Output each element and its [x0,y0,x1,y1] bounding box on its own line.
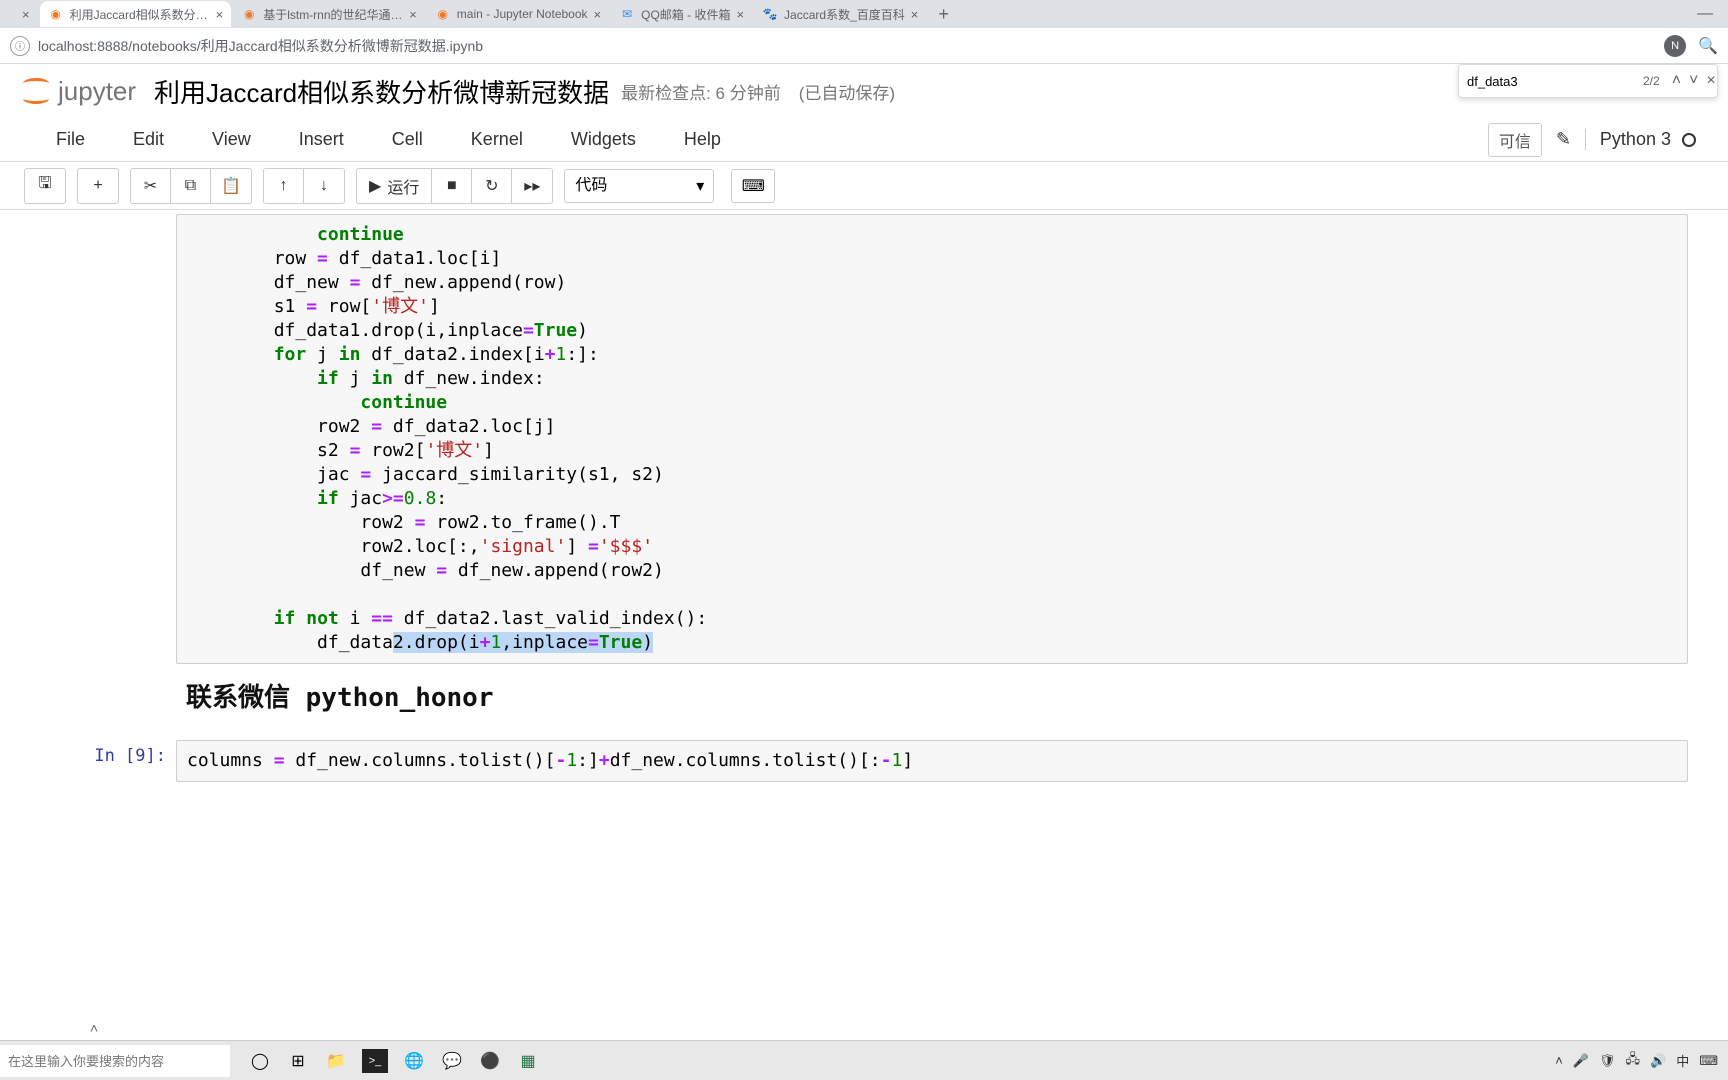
find-bar: 2/2 ˄ ˅ × [1458,64,1718,98]
markdown-cell[interactable]: 联系微信 python_honor [26,668,1688,736]
jupyter-logo-text: jupyter [58,76,136,107]
close-icon[interactable]: × [594,7,602,22]
jupyter-icon: ◉ [241,6,257,22]
browser-tab[interactable]: ✉QQ邮箱 - 收件箱× [611,1,752,27]
input-prompt: In [9]: [26,740,176,782]
kernel-idle-icon [1682,133,1696,147]
command-palette-button[interactable]: ⌨ [731,169,775,203]
code-cell[interactable]: In [9]: columns = df_new.columns.tolist(… [26,740,1688,782]
mail-icon: ✉ [619,6,635,22]
taskbar-search[interactable]: 在这里输入你要搜索的内容 [0,1045,230,1077]
browser-tab[interactable]: ◉main - Jupyter Notebook× [427,1,609,27]
extension-badge[interactable]: N [1664,35,1686,57]
restart-run-all-button[interactable]: ▸▸ [512,169,552,203]
address-bar: ⓘ localhost:8888/notebooks/利用Jaccard相似系数… [0,28,1728,64]
minimize-button[interactable]: — [1682,0,1728,28]
kernel-name[interactable]: Python 3 [1585,129,1696,150]
wechat-icon[interactable]: 💬 [440,1049,464,1073]
find-count: 2/2 [1643,74,1660,88]
paste-button[interactable]: 📋 [211,169,251,203]
excel-icon[interactable]: ▦ [516,1049,540,1073]
move-up-button[interactable]: ↑ [264,169,304,203]
browser-tab[interactable]: 🐾Jaccard系数_百度百科× [754,1,926,27]
input-prompt [26,668,176,736]
tray-chevron-icon[interactable]: ˄ [1555,1053,1563,1068]
copy-button[interactable]: ⧉ [171,169,211,203]
task-view-icon[interactable]: ◯ [248,1049,272,1073]
browser-tab-strip: × ◉利用Jaccard相似系数分析微博新× ◉基于lstm-rnn的世纪华通股… [0,0,1728,28]
notebook-container: continue row = df_data1.loc[i] df_new = … [26,210,1728,1040]
find-prev-button[interactable]: ˄ [1668,72,1685,90]
baidu-icon: 🐾 [762,6,778,22]
input-prompt [26,214,176,664]
jupyter-icon: ◉ [435,6,451,22]
browser-tab[interactable]: ◉利用Jaccard相似系数分析微博新× [40,1,232,27]
chrome-icon[interactable]: 🌐 [402,1049,426,1073]
network-icon[interactable]: 🖧 [1626,1050,1641,1072]
cortana-icon[interactable]: ⊞ [286,1049,310,1073]
add-cell-button[interactable]: + [78,169,118,203]
system-tray: ˄ 🎤 🛡 🖧 🔊 中 ⌨ [1555,1050,1728,1072]
autosave-status: (已自动保存) [799,79,895,104]
menu-edit[interactable]: Edit [109,129,188,150]
menu-file[interactable]: File [32,129,109,150]
obs-icon[interactable]: ⚫ [478,1049,502,1073]
explorer-icon[interactable]: 📁 [324,1049,348,1073]
url-text[interactable]: localhost:8888/notebooks/利用Jaccard相似系数分析… [38,36,1664,56]
volume-icon[interactable]: 🔊 [1650,1053,1666,1069]
close-icon[interactable]: × [216,7,224,22]
jupyter-logo[interactable]: jupyter [20,75,136,107]
notebook-title[interactable]: 利用Jaccard相似系数分析微博新冠数据 [154,73,609,110]
jupyter-icon: ◉ [48,6,64,22]
new-tab-button[interactable]: + [928,4,959,25]
pencil-icon[interactable]: ✎ [1556,129,1571,150]
close-icon[interactable]: × [911,7,919,22]
zoom-icon[interactable]: 🔍 [1698,36,1718,56]
terminal-icon[interactable]: >_ [362,1049,388,1073]
code-cell[interactable]: continue row = df_data1.loc[i] df_new = … [26,214,1688,664]
toolbar: 🖫 + ✂ ⧉ 📋 ↑ ↓ ▶ 运行 ■ ↻ ▸▸ 代码 ⌨ [0,162,1728,210]
browser-tab[interactable]: × [8,1,38,27]
find-next-button[interactable]: ˅ [1685,72,1702,90]
menu-kernel[interactable]: Kernel [447,129,547,150]
menu-cell[interactable]: Cell [368,129,447,150]
menu-widgets[interactable]: Widgets [547,129,660,150]
code-editor[interactable]: continue row = df_data1.loc[i] df_new = … [176,214,1688,664]
checkpoint-status: 最新检查点: 6 分钟前 [621,79,781,104]
code-editor[interactable]: columns = df_new.columns.tolist()[-1:]+d… [176,740,1688,782]
cut-button[interactable]: ✂ [131,169,171,203]
run-button[interactable]: ▶ 运行 [357,169,432,203]
save-button[interactable]: 🖫 [25,169,65,203]
menu-insert[interactable]: Insert [275,129,368,150]
move-down-button[interactable]: ↓ [304,169,344,203]
find-close-button[interactable]: × [1702,72,1719,90]
menu-view[interactable]: View [188,129,275,150]
find-input[interactable] [1467,74,1643,89]
browser-tab[interactable]: ◉基于lstm-rnn的世纪华通股票价× [233,1,425,27]
close-icon[interactable]: × [22,7,30,22]
ime-indicator[interactable]: 中 [1676,1051,1689,1070]
restart-button[interactable]: ↻ [472,169,512,203]
heading: 联系微信 python_honor [186,676,1678,728]
site-info-icon[interactable]: ⓘ [10,36,30,56]
taskbar: 在这里输入你要搜索的内容 ◯ ⊞ 📁 >_ 🌐 💬 ⚫ ▦ ˄ 🎤 🛡 🖧 🔊 … [0,1040,1728,1080]
menu-help[interactable]: Help [660,129,745,150]
trusted-badge[interactable]: 可信 [1488,123,1542,157]
interrupt-button[interactable]: ■ [432,169,472,203]
shield-icon[interactable]: 🛡 [1599,1053,1616,1069]
close-icon[interactable]: × [736,7,744,22]
cell-type-select[interactable]: 代码 [564,169,714,203]
close-icon[interactable]: × [409,7,417,22]
jupyter-logo-icon [20,75,52,107]
mic-icon[interactable]: 🎤 [1573,1053,1589,1069]
keyboard-icon[interactable]: ⌨ [1699,1053,1718,1069]
chevron-up-icon[interactable]: ˄ [90,1020,98,1036]
menubar: File Edit View Insert Cell Kernel Widget… [0,118,1728,162]
